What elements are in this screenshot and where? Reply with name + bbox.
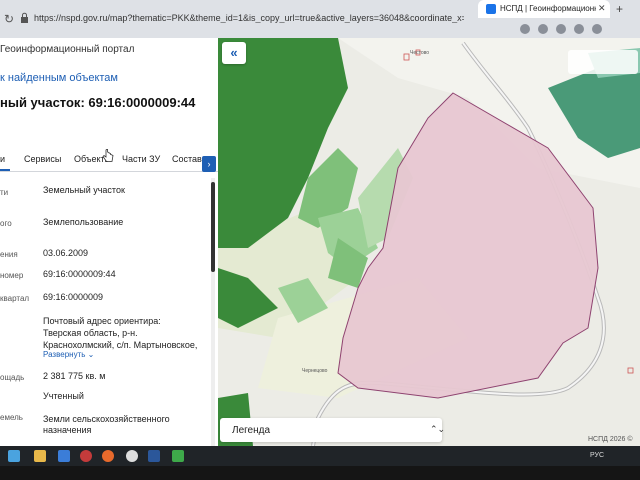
attr-value: Учтенный <box>43 391 84 401</box>
attr-value: 2 381 775 кв. м <box>43 371 106 381</box>
map-view[interactable]: Честово Чернецово « Легенда ⌃⌄ НСПД 2026… <box>218 38 640 446</box>
nspd-favicon-icon <box>486 4 496 14</box>
lock-icon <box>21 12 28 23</box>
panel-scrollbar[interactable] <box>211 178 215 446</box>
attr-value: 69:16:0000009 <box>43 292 104 302</box>
double-chevron-left-icon: « <box>230 45 238 60</box>
attr-label: ти <box>0 188 9 197</box>
object-info-panel: Геоинформационный портал к найденным объ… <box>0 38 218 446</box>
reload-icon[interactable]: ↻ <box>4 12 14 26</box>
back-link-text: к найденным объектам <box>0 72 118 84</box>
active-tab-indicator <box>0 169 10 171</box>
attr-value: 03.06.2009 <box>43 248 89 258</box>
collapse-panel-button[interactable]: « <box>222 42 246 64</box>
windows-taskbar: РУС <box>0 446 640 466</box>
download-icon[interactable] <box>556 24 566 34</box>
portal-title: Геоинформационный портал <box>0 44 135 55</box>
tab-close-icon[interactable]: ✕ <box>598 3 606 14</box>
url-field[interactable]: https://nspd.gov.ru/map?thematic=PKK&the… <box>34 13 464 23</box>
tab-info[interactable]: и <box>0 154 6 164</box>
attr-label: ения <box>0 250 18 259</box>
attr-value: Земельный участок <box>43 185 125 195</box>
word-icon[interactable] <box>148 450 160 462</box>
village-label: Чернецово <box>302 368 328 374</box>
scrollbar-thumb[interactable] <box>211 182 215 272</box>
attr-label: номер <box>0 271 24 280</box>
browser-address-bar: НСПД | Геоинформационный по ✕ + ↻ https:… <box>0 0 640 38</box>
attr-label: квартал <box>0 294 30 303</box>
tab-parcel-parts[interactable]: Части ЗУ <box>122 154 160 164</box>
start-icon[interactable] <box>8 450 20 462</box>
browser-icon[interactable] <box>126 450 138 462</box>
back-to-results-link[interactable]: к найденным объектам <box>0 72 118 84</box>
tabs-scroll-right-button[interactable]: › <box>202 156 216 172</box>
browser-tab[interactable]: НСПД | Геоинформационный по ✕ <box>478 0 610 18</box>
attr-label: емель <box>0 413 23 422</box>
building-marker <box>627 367 634 374</box>
tab-composition[interactable]: Состав <box>172 154 202 164</box>
attr-value: 69:16:0000009:44 <box>43 269 116 279</box>
attr-value: назначения <box>43 425 92 435</box>
attr-value: Тверская область, р-н. <box>43 328 138 338</box>
tray-language[interactable]: РУС <box>590 452 604 459</box>
app-icon[interactable] <box>80 450 92 462</box>
attr-value: Краснохолмский, с/п. Мартыновское, <box>43 340 198 350</box>
legend-panel[interactable]: Легенда ⌃⌄ <box>220 418 445 442</box>
extension-icon[interactable] <box>520 24 530 34</box>
attr-label: ого <box>0 219 12 228</box>
legend-label: Легенда <box>232 425 271 436</box>
file-explorer-icon[interactable] <box>34 450 46 462</box>
tab-services[interactable]: Сервисы <box>24 154 61 164</box>
browser-toolbar <box>520 22 638 36</box>
map-layer-control[interactable] <box>568 50 638 74</box>
copyright: НСПД 2026 © <box>588 436 633 443</box>
attr-label: ощадь <box>0 373 25 382</box>
page-title: ный участок: 69:16:0000009:44 <box>0 95 196 110</box>
expand-address-link[interactable]: Развернуть ⌄ <box>43 350 94 359</box>
browser-tab-title: НСПД | Геоинформационный по <box>500 4 596 13</box>
village-label: Честово <box>410 50 430 56</box>
attr-value: Землепользование <box>43 217 124 227</box>
firefox-icon[interactable] <box>102 450 114 462</box>
chevron-down-icon: ⌄ <box>87 350 95 359</box>
hand-cursor-icon <box>102 149 114 162</box>
screen: НСПД | Геоинформационный по ✕ + ↻ https:… <box>0 0 640 480</box>
attr-value: Почтовый адрес ориентира: <box>43 316 161 326</box>
new-tab-icon[interactable]: + <box>616 2 623 16</box>
attr-value: Земли сельскохозяйственного <box>43 414 170 424</box>
expand-link-text: Развернуть <box>43 350 86 359</box>
map-canvas[interactable] <box>218 38 640 446</box>
app-icon[interactable] <box>172 450 184 462</box>
monitor-bezel <box>0 466 640 480</box>
menu-icon[interactable] <box>592 24 602 34</box>
legend-expand-icon[interactable]: ⌃⌄ <box>430 424 445 435</box>
profile-icon[interactable] <box>574 24 584 34</box>
bookmark-icon[interactable] <box>538 24 548 34</box>
app-icon[interactable] <box>58 450 70 462</box>
